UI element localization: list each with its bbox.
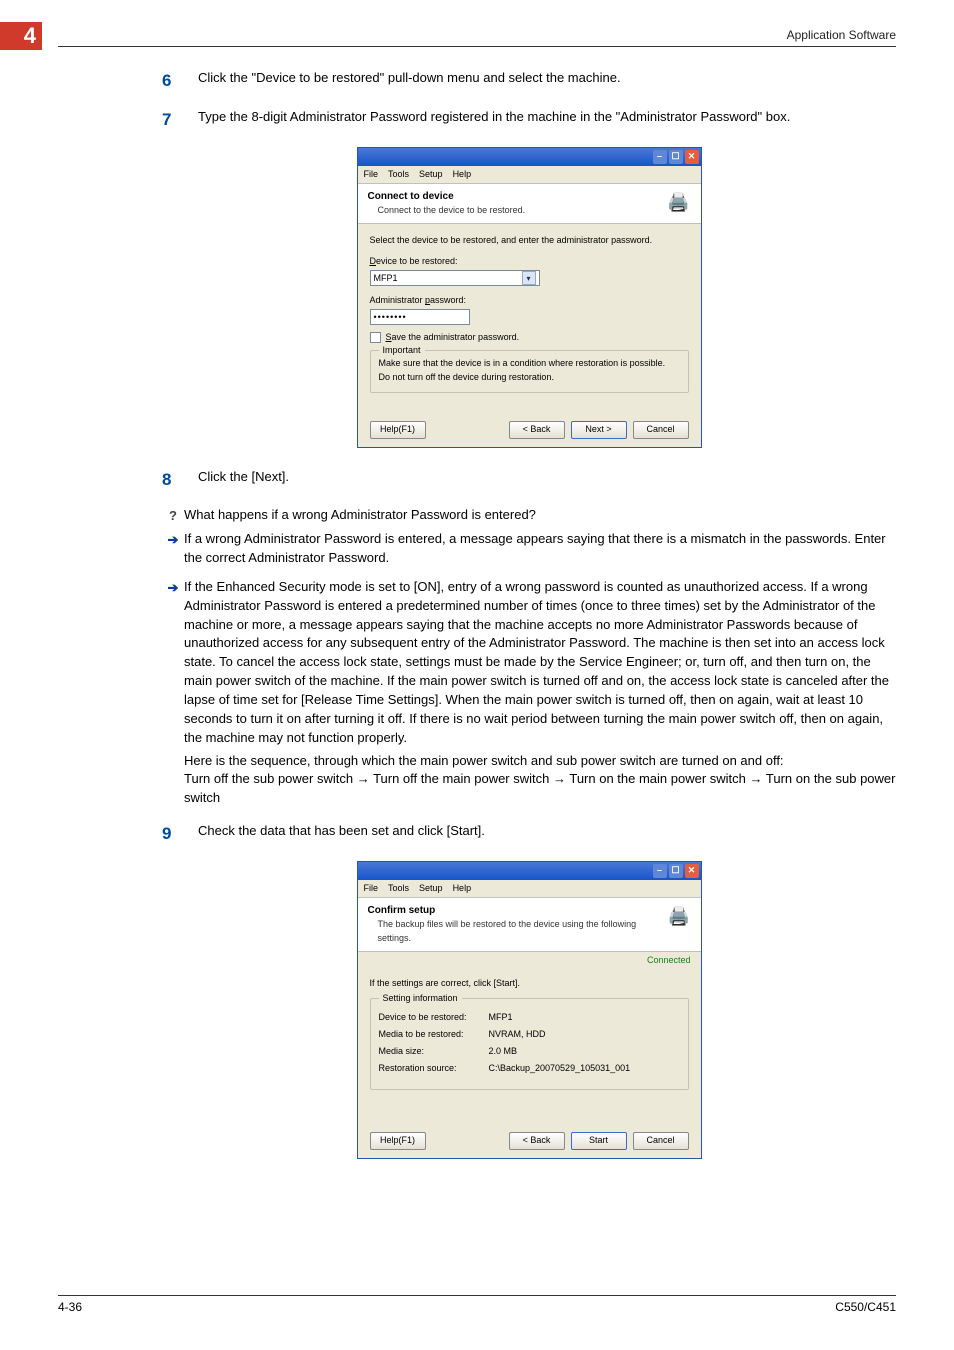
step-number-7: 7 bbox=[162, 108, 198, 135]
back-button[interactable]: < Back bbox=[509, 421, 565, 439]
info-key: Media to be restored: bbox=[379, 1028, 489, 1041]
next-button[interactable]: Next > bbox=[571, 421, 627, 439]
table-row: Media to be restored: NVRAM, HDD bbox=[379, 1026, 680, 1043]
note-answer-1: If a wrong Administrator Password is ent… bbox=[184, 530, 896, 568]
device-label: Device to be restored: bbox=[370, 255, 689, 268]
step-8-text: Click the [Next]. bbox=[198, 468, 289, 487]
step-9-text: Check the data that has been set and cli… bbox=[198, 822, 485, 841]
arrow-right-icon: ➔ bbox=[162, 530, 184, 568]
connected-status: Connected bbox=[358, 952, 701, 967]
minimize-icon[interactable]: – bbox=[653, 150, 667, 164]
menu-file[interactable]: File bbox=[364, 168, 379, 181]
step-number-6: 6 bbox=[162, 69, 198, 96]
back-button[interactable]: < Back bbox=[509, 1132, 565, 1150]
step-number-8: 8 bbox=[162, 468, 198, 495]
menu-file[interactable]: File bbox=[364, 882, 379, 895]
cancel-button[interactable]: Cancel bbox=[633, 421, 689, 439]
save-password-checkbox[interactable] bbox=[370, 332, 381, 343]
dialog-title: Connect to device bbox=[368, 190, 526, 205]
maximize-icon[interactable]: ☐ bbox=[669, 150, 683, 164]
menu-help[interactable]: Help bbox=[453, 882, 472, 895]
chevron-down-icon[interactable]: ▾ bbox=[522, 271, 536, 285]
note-question: What happens if a wrong Administrator Pa… bbox=[184, 506, 896, 526]
setting-info-group: Setting information Device to be restore… bbox=[370, 998, 689, 1090]
device-select[interactable]: MFP1 ▾ bbox=[370, 270, 540, 286]
help-button[interactable]: Help(F1) bbox=[370, 1132, 426, 1150]
menu-bar: File Tools Setup Help bbox=[358, 166, 701, 184]
dialog-subtitle: The backup files will be restored to the… bbox=[378, 918, 667, 944]
menu-setup[interactable]: Setup bbox=[419, 882, 443, 895]
info-key: Media size: bbox=[379, 1045, 489, 1058]
confirm-setup-dialog: – ☐ ✕ File Tools Setup Help Confirm setu… bbox=[357, 861, 702, 1159]
important-line-2: Do not turn off the device during restor… bbox=[379, 371, 680, 384]
dialog-intro: Select the device to be restored, and en… bbox=[370, 234, 689, 247]
page-number: 4-36 bbox=[58, 1300, 82, 1314]
note-answer-2b: Here is the sequence, through which the … bbox=[184, 753, 784, 768]
info-value: NVRAM, HDD bbox=[489, 1028, 546, 1041]
step-7-text: Type the 8-digit Administrator Password … bbox=[198, 108, 790, 127]
page-title: Application Software bbox=[787, 28, 896, 42]
menu-tools[interactable]: Tools bbox=[388, 882, 409, 895]
device-icon: 🖨️ bbox=[667, 904, 691, 928]
info-key: Restoration source: bbox=[379, 1062, 489, 1075]
menu-bar: File Tools Setup Help bbox=[358, 880, 701, 898]
password-label: Administrator password: bbox=[370, 294, 689, 307]
dialog-intro: If the settings are correct, click [Star… bbox=[370, 977, 689, 990]
maximize-icon[interactable]: ☐ bbox=[669, 864, 683, 878]
note-answer-2c: Turn off the sub power switch → Turn off… bbox=[184, 771, 895, 805]
info-value: MFP1 bbox=[489, 1011, 513, 1024]
help-button[interactable]: Help(F1) bbox=[370, 421, 426, 439]
info-value: 2.0 MB bbox=[489, 1045, 518, 1058]
question-icon: ? bbox=[162, 506, 184, 526]
window-titlebar[interactable]: – ☐ ✕ bbox=[358, 862, 701, 880]
password-value: •••••••• bbox=[374, 311, 407, 324]
close-icon[interactable]: ✕ bbox=[685, 150, 699, 164]
info-value: C:\Backup_20070529_105031_001 bbox=[489, 1062, 631, 1075]
minimize-icon[interactable]: – bbox=[653, 864, 667, 878]
cancel-button[interactable]: Cancel bbox=[633, 1132, 689, 1150]
setting-info-legend: Setting information bbox=[379, 992, 462, 1005]
connect-device-dialog: – ☐ ✕ File Tools Setup Help Connect to d… bbox=[357, 147, 702, 448]
step-number-9: 9 bbox=[162, 822, 198, 849]
table-row: Media size: 2.0 MB bbox=[379, 1043, 680, 1060]
table-row: Device to be restored: MFP1 bbox=[379, 1009, 680, 1026]
section-number: 4 bbox=[0, 22, 42, 50]
start-button[interactable]: Start bbox=[571, 1132, 627, 1150]
close-icon[interactable]: ✕ bbox=[685, 864, 699, 878]
important-group: Important Make sure that the device is i… bbox=[370, 350, 689, 392]
save-password-label: Save the administrator password. bbox=[386, 331, 520, 344]
arrow-right-icon: ➔ bbox=[162, 578, 184, 808]
window-titlebar[interactable]: – ☐ ✕ bbox=[358, 148, 701, 166]
info-key: Device to be restored: bbox=[379, 1011, 489, 1024]
note-answer-2: If the Enhanced Security mode is set to … bbox=[184, 579, 889, 745]
password-input[interactable]: •••••••• bbox=[370, 309, 470, 325]
menu-help[interactable]: Help bbox=[453, 168, 472, 181]
model-number: C550/C451 bbox=[835, 1300, 896, 1314]
device-select-value: MFP1 bbox=[374, 272, 398, 285]
table-row: Restoration source: C:\Backup_20070529_1… bbox=[379, 1060, 680, 1077]
dialog-subtitle: Connect to the device to be restored. bbox=[378, 204, 526, 217]
menu-tools[interactable]: Tools bbox=[388, 168, 409, 181]
menu-setup[interactable]: Setup bbox=[419, 168, 443, 181]
dialog-title: Confirm setup bbox=[368, 904, 667, 919]
device-icon: 🖨️ bbox=[667, 190, 691, 214]
important-legend: Important bbox=[379, 344, 425, 357]
step-6-text: Click the "Device to be restored" pull-d… bbox=[198, 69, 621, 88]
important-line-1: Make sure that the device is in a condit… bbox=[379, 357, 680, 370]
